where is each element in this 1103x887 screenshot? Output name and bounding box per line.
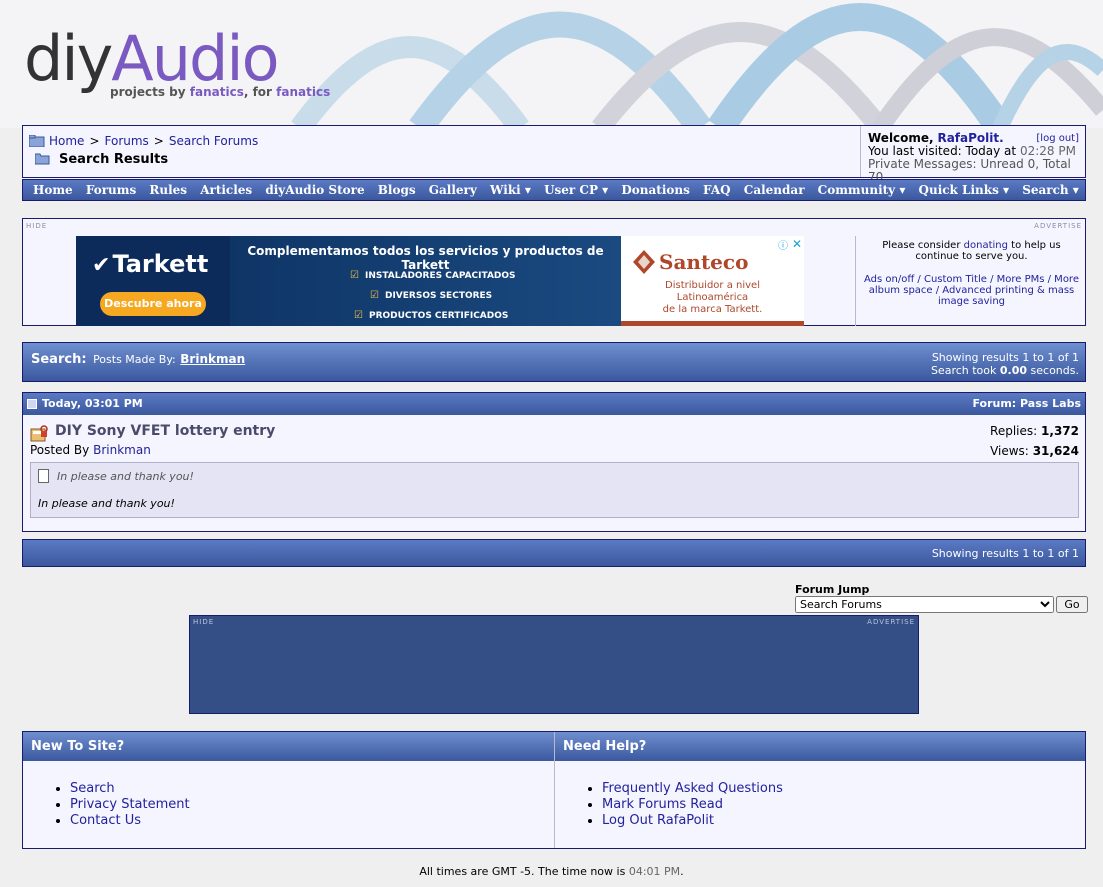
nav-user-cp[interactable]: User CP ▾ <box>544 183 608 197</box>
nav-articles[interactable]: Articles <box>200 183 252 197</box>
welcome-panel: [log out] Welcome, RafaPolit. You last v… <box>860 126 1085 184</box>
ad-info-icon[interactable]: ⓘ <box>778 237 788 252</box>
ad-advertise-link[interactable]: ADVERTISE <box>1034 222 1082 230</box>
page-title: Search Results <box>59 151 169 167</box>
nav-gallery[interactable]: Gallery <box>429 183 477 197</box>
ad-options-link[interactable]: Ads on/off / Custom Title / More PMs / M… <box>864 274 1079 307</box>
nav-blogs[interactable]: Blogs <box>378 183 416 197</box>
santeco-text: Distribuidor a nivel Latinoamérica de la… <box>662 280 763 315</box>
ad-item: INSTALADORES CAPACITADOS <box>350 270 516 281</box>
nav-community[interactable]: Community ▾ <box>818 183 906 197</box>
ad-close-icon[interactable]: ✕ <box>792 237 802 251</box>
thread-stats: Replies: 1,372 Views: 31,624 <box>990 424 1079 458</box>
logo-tagline: projects by fanatics, for fanatics <box>110 85 331 99</box>
nav-rules[interactable]: Rules <box>149 183 187 197</box>
forum-jump-label: Forum Jump <box>795 583 870 596</box>
folder-open-icon <box>35 153 50 165</box>
ad-container: HIDE ADVERTISE ✔Tarkett Descubre ahora C… <box>22 218 1086 326</box>
ad-item: DIVERSOS SECTORES <box>370 290 492 301</box>
search-results-info: Showing results 1 to 1 of 1 Search took … <box>930 351 1079 377</box>
logout-link-bottom[interactable]: Log Out RafaPolit <box>602 813 714 828</box>
results-footer: Showing results 1 to 1 of 1 <box>22 539 1086 567</box>
paper-icon <box>38 469 49 483</box>
ad-headline: Complementamos todos los servicios y pro… <box>247 244 604 272</box>
santeco-logo: Santeco <box>659 250 749 274</box>
user-link[interactable]: RafaPolit. <box>937 131 1003 145</box>
contact-link[interactable]: Contact Us <box>70 813 141 828</box>
ad-item: PRODUCTOS CERTIFICADOS <box>354 310 508 321</box>
breadcrumb-forums[interactable]: Forums <box>105 134 149 148</box>
posted-by: Posted By Brinkman <box>30 443 151 457</box>
post-header: Today, 03:01 PM Forum: Pass Labs <box>23 393 1085 415</box>
nav-wiki[interactable]: Wiki ▾ <box>490 183 531 197</box>
thread-title-link[interactable]: DIY Sony VFET lottery entry <box>55 423 275 439</box>
site-logo[interactable]: diyAudio projects by fanatics, for fanat… <box>24 26 330 106</box>
search-link[interactable]: Search <box>70 781 115 796</box>
search-result-post: Today, 03:01 PM Forum: Pass Labs DIY Son… <box>22 392 1086 532</box>
breadcrumb-search-forums[interactable]: Search Forums <box>169 134 258 148</box>
breadcrumb-home[interactable]: Home <box>49 134 84 148</box>
post-date: Today, 03:01 PM <box>42 397 143 410</box>
folder-icon <box>29 135 45 147</box>
ad-container-2: HIDE ADVERTISE <box>189 615 919 714</box>
santeco-logo-icon <box>633 250 655 274</box>
new-to-site-title: New To Site? <box>23 732 554 761</box>
ad2-hide-link[interactable]: HIDE <box>193 618 214 626</box>
search-user-link[interactable]: Brinkman <box>180 352 245 366</box>
ad-banner[interactable]: ✔Tarkett Descubre ahora Complementamos t… <box>76 236 804 326</box>
tarkett-logo: ✔Tarkett <box>92 250 209 278</box>
post-preview-link[interactable]: In please and thank you! <box>57 470 194 483</box>
forum-jump: Forum Jump Search ForumsGo <box>795 583 1103 613</box>
need-help-panel: Need Help? Frequently Asked Questions Ma… <box>555 732 1085 848</box>
main-nav: Home Forums Rules Articles diyAudio Stor… <box>22 179 1086 201</box>
post-forum[interactable]: Forum: Pass Labs <box>972 397 1081 410</box>
search-header: Search: Posts Made By: Brinkman Showing … <box>22 342 1086 382</box>
ad-hide-link[interactable]: HIDE <box>26 222 47 230</box>
post-preview: In please and thank you! In please and t… <box>30 462 1079 518</box>
nav-faq[interactable]: FAQ <box>703 183 731 197</box>
locked-thread-icon <box>30 425 48 442</box>
post-icon <box>27 398 37 409</box>
footer-time: All times are GMT -5. The time now is 04… <box>419 865 684 878</box>
ad2-advertise-link[interactable]: ADVERTISE <box>867 618 915 626</box>
nav-store[interactable]: diyAudio Store <box>265 183 364 197</box>
nav-home[interactable]: Home <box>33 183 73 197</box>
logout-link[interactable]: [log out] <box>1036 132 1079 145</box>
need-help-title: Need Help? <box>555 732 1085 761</box>
help-panels: New To Site? Search Privacy Statement Co… <box>22 731 1086 849</box>
new-to-site-panel: New To Site? Search Privacy Statement Co… <box>23 732 555 848</box>
ad-side-text: Please consider donating to help us cont… <box>855 236 1087 326</box>
author-link[interactable]: Brinkman <box>93 443 151 457</box>
breadcrumb-bar: Home > Forums > Search Forums Search Res… <box>22 125 1086 184</box>
ad-cta-button[interactable]: Descubre ahora <box>100 292 206 316</box>
nav-search[interactable]: Search ▾ <box>1022 183 1079 197</box>
logo-diy: diy <box>24 22 113 95</box>
forum-jump-select[interactable]: Search Forums <box>795 596 1054 613</box>
nav-quick-links[interactable]: Quick Links ▾ <box>919 183 1010 197</box>
mark-read-link[interactable]: Mark Forums Read <box>602 797 723 812</box>
nav-calendar[interactable]: Calendar <box>744 183 805 197</box>
post-preview-body: In please and thank you! <box>38 497 175 510</box>
faq-link[interactable]: Frequently Asked Questions <box>602 781 783 796</box>
donating-link[interactable]: donating <box>964 240 1008 251</box>
privacy-link[interactable]: Privacy Statement <box>70 797 190 812</box>
nav-donations[interactable]: Donations <box>621 183 690 197</box>
nav-forums[interactable]: Forums <box>86 183 136 197</box>
breadcrumb: Home > Forums > Search Forums Search Res… <box>29 132 859 168</box>
private-messages-link[interactable]: Private Messages: <box>868 157 977 171</box>
forum-jump-go-button[interactable]: Go <box>1056 596 1088 613</box>
